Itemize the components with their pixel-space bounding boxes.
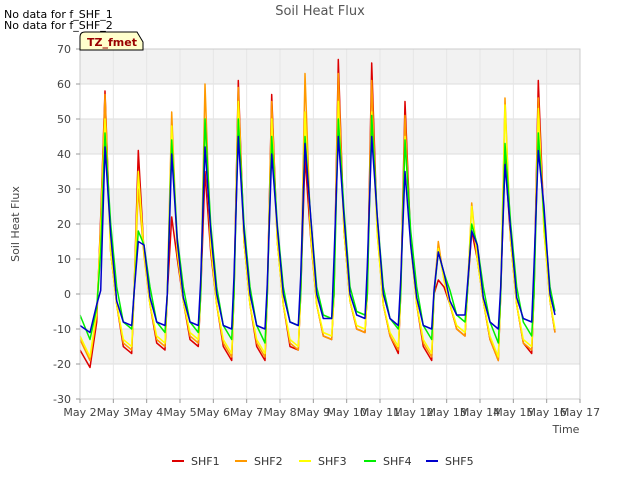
y-tick-label: -20 [53,358,71,371]
x-tick-label: May 6 [197,406,230,419]
x-tick-label: May 5 [163,406,196,419]
x-tick-label: May 17 [560,406,600,419]
grid-band [80,259,580,294]
y-tick-label: 10 [57,253,71,266]
legend-label-shf5: SHF5 [445,455,474,468]
legend: SHF1 SHF2 SHF3 SHF4 SHF5 [172,455,474,468]
y-tick-label: 30 [57,183,71,196]
x-tick-label: May 9 [297,406,330,419]
x-tick-label: May 2 [63,406,96,419]
x-tick-label: May 7 [230,406,263,419]
timezone-badge-label: TZ_fmet [87,36,137,49]
y-tick-label: -30 [53,393,71,406]
y-tick-label: -10 [53,323,71,336]
x-tick-label: May 8 [263,406,296,419]
y-tick-label: 20 [57,218,71,231]
grid-band [80,189,580,224]
soil-heat-flux-chart: -30 -20 -10 0 10 20 30 40 50 60 70 May 2 May 3 May 4… [4,4,600,468]
x-axis-label: Time [552,423,580,436]
legend-label-shf3: SHF3 [318,455,347,468]
chart-title: Soil Heat Flux [275,4,365,19]
no-data-note-2: No data for f_SHF_2 [4,19,113,32]
timezone-badge: TZ_fmet [79,31,144,51]
x-tick-labels: May 2 May 3 May 4 May 5 May 6 May 7 May 8 May 9… [63,399,600,419]
x-tick-label: May 3 [97,406,130,419]
x-tick-label: May 4 [130,406,163,419]
y-tick-label: 40 [57,148,71,161]
y-tick-label: 0 [64,288,71,301]
y-tick-label: 60 [57,78,71,91]
grid-band [80,49,580,84]
y-axis-label: Soil Heat Flux [9,186,22,262]
y-tick-label: 50 [57,113,71,126]
legend-label-shf4: SHF4 [383,455,412,468]
legend-label-shf1: SHF1 [191,455,220,468]
y-tick-labels: -30 -20 -10 0 10 20 30 40 50 60 70 [53,43,80,406]
y-tick-label: 70 [57,43,71,56]
legend-label-shf2: SHF2 [254,455,283,468]
